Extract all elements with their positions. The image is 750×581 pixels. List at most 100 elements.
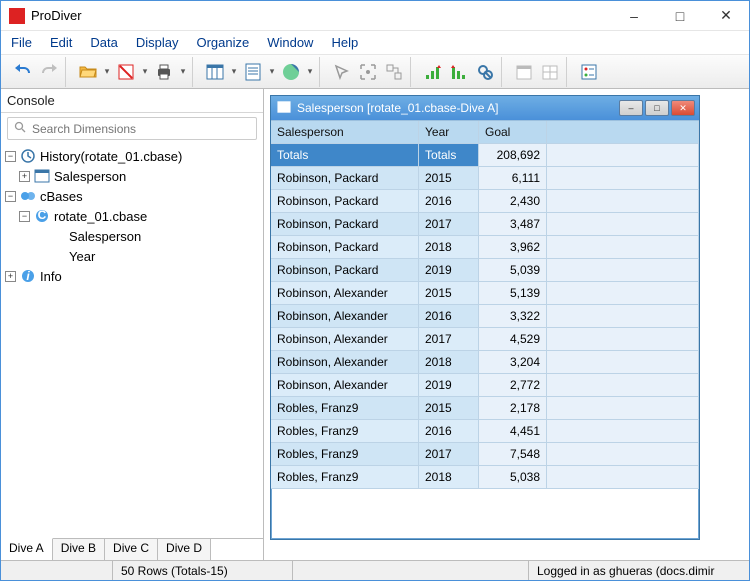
tree-history[interactable]: History(rotate_01.cbase): [40, 149, 182, 164]
menu-file[interactable]: File: [11, 35, 32, 50]
tab-dive-d[interactable]: Dive D: [158, 539, 211, 560]
collapse-cbase-file[interactable]: −: [19, 211, 30, 222]
table-row[interactable]: Robinson, Packard20156,111: [271, 167, 699, 190]
table-row[interactable]: Robinson, Alexander20174,529: [271, 328, 699, 351]
cell-year: 2019: [419, 374, 479, 397]
cell-goal: 3,322: [479, 305, 547, 328]
tree-cbases[interactable]: cBases: [40, 189, 83, 204]
table-row[interactable]: Robinson, Alexander20183,204: [271, 351, 699, 374]
table-row[interactable]: Robinson, Alexander20192,772: [271, 374, 699, 397]
menu-organize[interactable]: Organize: [196, 35, 249, 50]
table-row[interactable]: Robles, Franz920152,178: [271, 397, 699, 420]
search-icon: [14, 121, 26, 136]
child-close-button[interactable]: ✕: [671, 100, 695, 116]
tabular-view-button[interactable]: [203, 60, 227, 84]
table-row[interactable]: Robles, Franz920177,548: [271, 443, 699, 466]
tab-dive-c[interactable]: Dive C: [105, 539, 158, 560]
cell-goal: 7,548: [479, 443, 547, 466]
grid-body[interactable]: Totals Totals 208,692 Robinson, Packard2…: [271, 144, 699, 539]
cell-salesperson: Robinson, Alexander: [271, 305, 419, 328]
report-view-dropdown[interactable]: ▾: [267, 66, 277, 77]
table-row[interactable]: Robinson, Packard20162,430: [271, 190, 699, 213]
cell-salesperson: Robinson, Packard: [271, 259, 419, 282]
menu-edit[interactable]: Edit: [50, 35, 72, 50]
cell-goal: 6,111: [479, 167, 547, 190]
tree-cbase-dim-sp[interactable]: Salesperson: [69, 229, 141, 244]
col-salesperson[interactable]: Salesperson: [271, 121, 419, 144]
tabular-view-dropdown[interactable]: ▾: [229, 66, 239, 77]
cell-goal: 2,178: [479, 397, 547, 420]
cell-salesperson: Robinson, Packard: [271, 190, 419, 213]
tree-cbase-dim-yr[interactable]: Year: [69, 249, 95, 264]
tab-dive-a[interactable]: Dive A: [1, 538, 53, 560]
open-marker-dropdown[interactable]: ▾: [140, 66, 150, 77]
cell-salesperson: Robinson, Packard: [271, 213, 419, 236]
menu-window[interactable]: Window: [267, 35, 313, 50]
chart-view-button[interactable]: [279, 60, 303, 84]
chart-view-dropdown[interactable]: ▾: [305, 66, 315, 77]
redo-button[interactable]: [37, 60, 61, 84]
search-input[interactable]: [32, 122, 250, 136]
calendar-button[interactable]: [512, 60, 536, 84]
minimize-button[interactable]: –: [611, 1, 657, 31]
collapse-cbases[interactable]: −: [5, 191, 16, 202]
sort-asc-button[interactable]: [421, 60, 445, 84]
tab-dive-b[interactable]: Dive B: [53, 539, 105, 560]
report-view-button[interactable]: [241, 60, 265, 84]
dive-window-titlebar[interactable]: Salesperson [rotate_01.cbase-Dive A] – □…: [271, 96, 699, 120]
properties-button[interactable]: [577, 60, 601, 84]
tree-salesperson-dim[interactable]: Salesperson: [54, 169, 126, 184]
expand-salesperson-dim[interactable]: +: [19, 171, 30, 182]
cell-pad: [547, 282, 699, 305]
table-row[interactable]: Robinson, Packard20195,039: [271, 259, 699, 282]
cell-goal: 4,529: [479, 328, 547, 351]
cell-goal: 5,139: [479, 282, 547, 305]
selection-tool-button[interactable]: [330, 60, 354, 84]
table-row[interactable]: Robles, Franz920185,038: [271, 466, 699, 489]
maximize-button[interactable]: □: [657, 1, 703, 31]
focus-button[interactable]: [356, 60, 380, 84]
print-dropdown[interactable]: ▾: [178, 66, 188, 77]
totals-sp: Totals: [271, 144, 419, 167]
child-maximize-button[interactable]: □: [645, 100, 669, 116]
col-year[interactable]: Year: [419, 121, 479, 144]
period-button[interactable]: [538, 60, 562, 84]
svg-text:C: C: [38, 208, 47, 222]
menu-display[interactable]: Display: [136, 35, 179, 50]
tree-cbase-file[interactable]: rotate_01.cbase: [54, 209, 147, 224]
tree-info[interactable]: Info: [40, 269, 62, 284]
col-goal[interactable]: Goal: [479, 121, 547, 144]
toolbar: ▾ ▾ ▾ ▾ ▾ ▾: [1, 55, 749, 89]
undo-button[interactable]: [11, 60, 35, 84]
table-row[interactable]: Robles, Franz920164,451: [271, 420, 699, 443]
child-minimize-button[interactable]: –: [619, 100, 643, 116]
find-button[interactable]: [473, 60, 497, 84]
table-row[interactable]: Robinson, Packard20173,487: [271, 213, 699, 236]
open-marker-button[interactable]: [114, 60, 138, 84]
menu-data[interactable]: Data: [90, 35, 117, 50]
open-folder-button[interactable]: [76, 60, 100, 84]
status-left: [1, 561, 113, 580]
app-title: ProDiver: [31, 8, 82, 23]
cell-salesperson: Robles, Franz9: [271, 420, 419, 443]
cell-pad: [547, 190, 699, 213]
table-row[interactable]: Robinson, Packard20183,962: [271, 236, 699, 259]
cell-year: 2016: [419, 190, 479, 213]
search-dimensions[interactable]: [7, 117, 257, 140]
close-button[interactable]: ✕: [703, 1, 749, 31]
totals-row[interactable]: Totals Totals 208,692: [271, 144, 699, 167]
menu-help[interactable]: Help: [331, 35, 358, 50]
cell-salesperson: Robinson, Alexander: [271, 328, 419, 351]
sort-desc-button[interactable]: [447, 60, 471, 84]
cbase-file-icon: C: [34, 208, 50, 224]
cell-goal: 3,962: [479, 236, 547, 259]
table-row[interactable]: Robinson, Alexander20155,139: [271, 282, 699, 305]
open-folder-dropdown[interactable]: ▾: [102, 66, 112, 77]
expand-info[interactable]: +: [5, 271, 16, 282]
group-button[interactable]: [382, 60, 406, 84]
print-button[interactable]: [152, 60, 176, 84]
cell-pad: [547, 167, 699, 190]
cell-year: 2019: [419, 259, 479, 282]
table-row[interactable]: Robinson, Alexander20163,322: [271, 305, 699, 328]
collapse-history[interactable]: −: [5, 151, 16, 162]
